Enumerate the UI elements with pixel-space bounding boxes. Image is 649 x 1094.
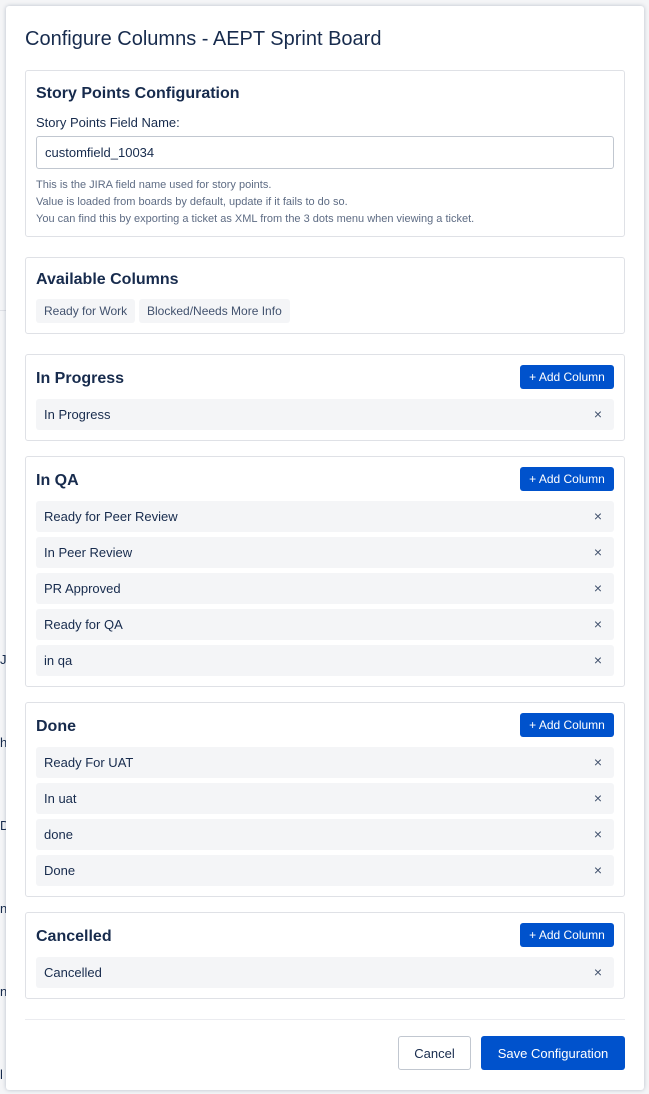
- mapped-column-label: Done: [44, 863, 76, 878]
- save-configuration-button[interactable]: Save Configuration: [481, 1036, 625, 1070]
- mapped-column-row: done ×: [36, 819, 614, 850]
- remove-column-icon[interactable]: ×: [594, 645, 602, 676]
- mapped-column-label: in qa: [44, 653, 73, 668]
- column-group-cancelled: Cancelled + Add Column Cancelled ×: [25, 912, 625, 999]
- add-column-button[interactable]: + Add Column: [520, 365, 614, 389]
- group-heading: Done: [36, 718, 76, 735]
- help-text-line: This is the JIRA field name used for sto…: [36, 179, 272, 191]
- group-heading: In QA: [36, 472, 79, 489]
- mapped-column-label: Cancelled: [44, 965, 102, 980]
- column-group-in-progress: In Progress + Add Column In Progress ×: [25, 354, 625, 441]
- remove-column-icon[interactable]: ×: [594, 783, 602, 814]
- mapped-column-label: In uat: [44, 791, 77, 806]
- story-points-heading: Story Points Configuration: [36, 85, 240, 102]
- column-group-in-qa: In QA + Add Column Ready for Peer Review…: [25, 456, 625, 687]
- mapped-column-label: In Peer Review: [44, 545, 133, 560]
- configure-columns-modal: Configure Columns - AEPT Sprint Board St…: [6, 6, 644, 1090]
- remove-column-icon[interactable]: ×: [594, 855, 602, 886]
- remove-column-icon[interactable]: ×: [594, 819, 602, 850]
- group-heading: In Progress: [36, 370, 125, 387]
- story-points-field-input[interactable]: [36, 136, 614, 169]
- modal-title: Configure Columns - AEPT Sprint Board: [25, 28, 382, 50]
- column-group-done: Done + Add Column Ready For UAT × In uat…: [25, 702, 625, 897]
- help-text-line: Value is loaded from boards by default, …: [36, 196, 348, 208]
- footer-divider: [25, 1019, 625, 1020]
- remove-column-icon[interactable]: ×: [594, 501, 602, 532]
- mapped-column-label: Ready for Peer Review: [44, 509, 178, 524]
- available-columns-panel: Available Columns Ready for Work Blocked…: [25, 257, 625, 334]
- mapped-column-label: PR Approved: [44, 581, 121, 596]
- mapped-column-row: Ready For UAT ×: [36, 747, 614, 778]
- remove-column-icon[interactable]: ×: [594, 537, 602, 568]
- mapped-column-label: Ready for QA: [44, 617, 123, 632]
- mapped-column-row: In Peer Review ×: [36, 537, 614, 568]
- available-column-chip[interactable]: Blocked/Needs More Info: [139, 299, 290, 323]
- help-text-line: You can find this by exporting a ticket …: [36, 213, 475, 225]
- mapped-column-row: In uat ×: [36, 783, 614, 814]
- background-text: l: [0, 1067, 3, 1082]
- mapped-column-row: Done ×: [36, 855, 614, 886]
- cancel-button[interactable]: Cancel: [398, 1036, 471, 1070]
- mapped-column-row: Ready for Peer Review ×: [36, 501, 614, 532]
- group-heading: Cancelled: [36, 928, 112, 945]
- mapped-column-label: done: [44, 827, 73, 842]
- mapped-column-row: PR Approved ×: [36, 573, 614, 604]
- add-column-button[interactable]: + Add Column: [520, 467, 614, 491]
- mapped-column-label: In Progress: [44, 407, 111, 422]
- mapped-column-row: Ready for QA ×: [36, 609, 614, 640]
- mapped-column-row: in qa ×: [36, 645, 614, 676]
- remove-column-icon[interactable]: ×: [594, 573, 602, 604]
- available-column-chip[interactable]: Ready for Work: [36, 299, 136, 323]
- add-column-button[interactable]: + Add Column: [520, 923, 614, 947]
- available-columns-heading: Available Columns: [36, 271, 179, 288]
- mapped-column-label: Ready For UAT: [44, 755, 134, 770]
- mapped-column-row: Cancelled ×: [36, 957, 614, 988]
- add-column-button[interactable]: + Add Column: [520, 713, 614, 737]
- story-points-field-label: Story Points Field Name:: [36, 115, 180, 130]
- remove-column-icon[interactable]: ×: [594, 609, 602, 640]
- mapped-column-row: In Progress ×: [36, 399, 614, 430]
- story-points-panel: Story Points Configuration Story Points …: [25, 70, 625, 237]
- remove-column-icon[interactable]: ×: [594, 747, 602, 778]
- remove-column-icon[interactable]: ×: [594, 957, 602, 988]
- remove-column-icon[interactable]: ×: [594, 399, 602, 430]
